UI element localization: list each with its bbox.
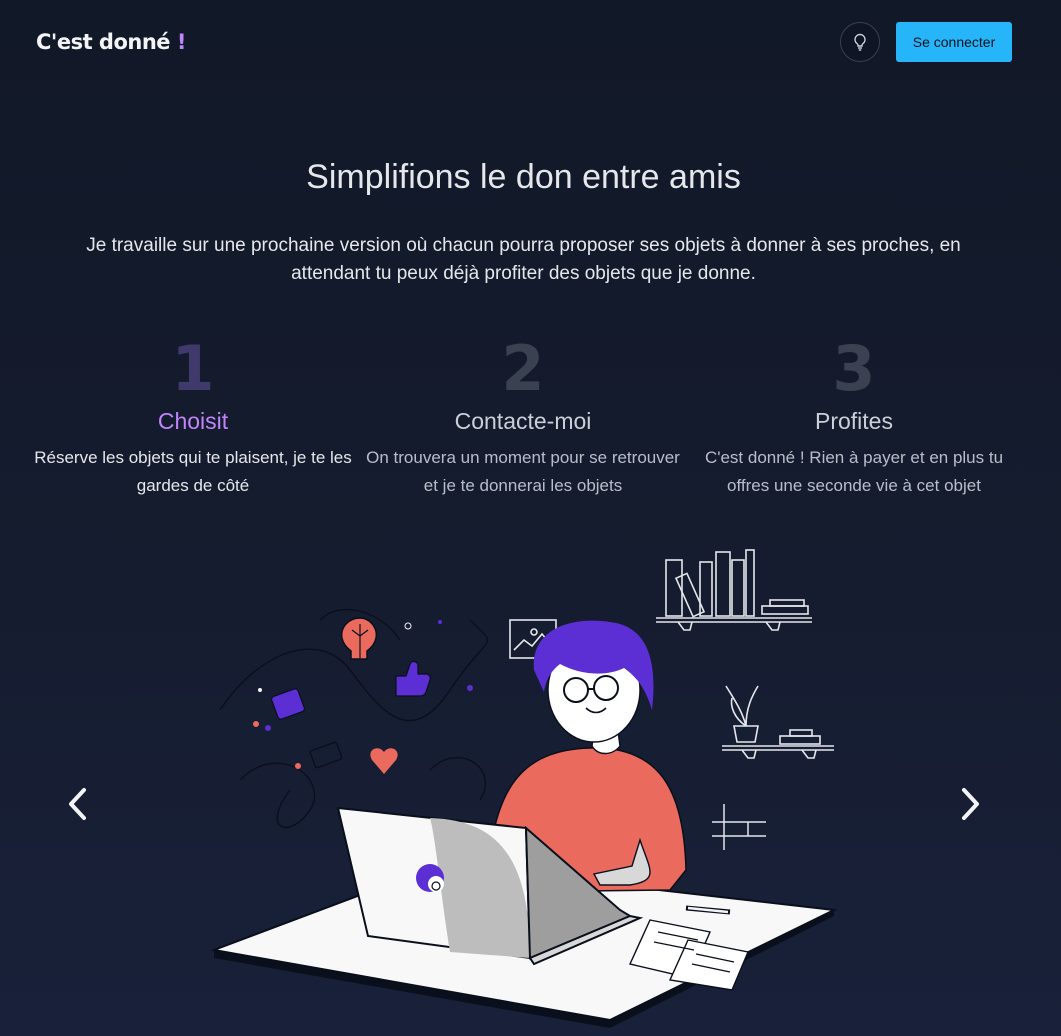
- lightbulb-icon: [854, 33, 866, 51]
- chevron-right-icon: [962, 788, 979, 820]
- step-number: 3: [832, 332, 876, 405]
- step-2: 2 Contacte-moi On trouvera un moment pou…: [358, 332, 688, 500]
- step-number: 1: [171, 332, 215, 405]
- page: C'est donné ! Se connecter Simplifions l…: [0, 0, 1061, 1036]
- chevron-left-icon: [69, 788, 86, 820]
- person-at-laptop-illustration: [210, 549, 838, 1028]
- login-button[interactable]: Se connecter: [896, 22, 1012, 62]
- carousel-prev-button[interactable]: [58, 784, 98, 824]
- carousel-next-button[interactable]: [950, 784, 990, 824]
- step-number: 2: [501, 332, 545, 405]
- step-3: 3 Profites C'est donné ! Rien à payer et…: [689, 332, 1019, 500]
- site-logo[interactable]: C'est donné !: [36, 30, 186, 54]
- step-title: Choisit: [157, 408, 229, 434]
- logo-text: C'est donné: [36, 30, 171, 54]
- step-description: On trouvera un moment pour se retrouver …: [366, 448, 680, 495]
- step-1: 1 Choisit Réserve les objets qui te plai…: [28, 332, 358, 500]
- step-title: Profites: [815, 408, 893, 434]
- step-description: Réserve les objets qui te plaisent, je t…: [34, 448, 352, 495]
- theme-toggle-button[interactable]: [840, 22, 880, 62]
- floating-doodles: [253, 617, 473, 774]
- step-title: Contacte-moi: [454, 408, 592, 434]
- logo-accent: !: [176, 30, 187, 54]
- hero-title: Simplifions le don entre amis: [306, 158, 741, 196]
- step-description: C'est donné ! Rien à payer et en plus tu…: [704, 448, 1004, 495]
- hero-description: Je travaille sur une prochaine version o…: [86, 235, 961, 284]
